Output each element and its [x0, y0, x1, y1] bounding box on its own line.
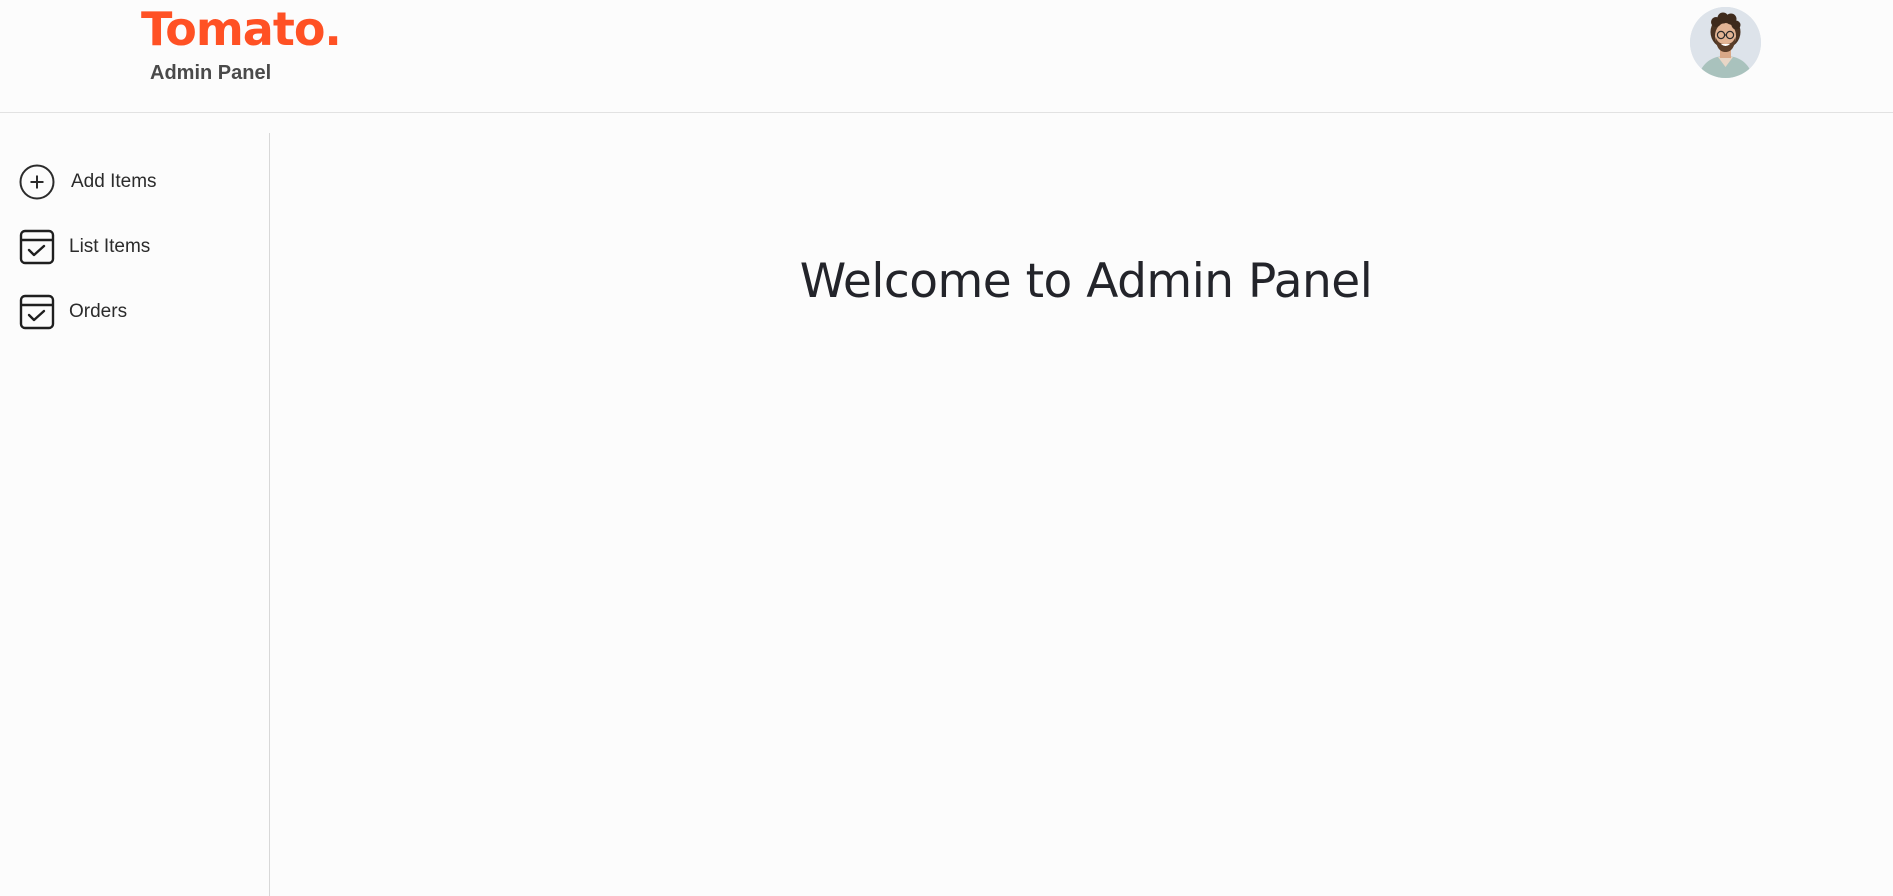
- add-circle-icon: [18, 163, 56, 201]
- logo-subtitle: Admin Panel: [150, 62, 272, 84]
- logo[interactable]: Tomato.: [141, 6, 342, 52]
- admin-page: Tomato. Admin Panel Add Items List Items…: [0, 0, 1893, 896]
- sidebar-item-orders[interactable]: Orders: [18, 292, 258, 332]
- avatar-image: [1690, 7, 1761, 78]
- page-title: Welcome to Admin Panel: [799, 254, 1373, 309]
- sidebar-item-label: Add Items: [71, 171, 157, 192]
- sidebar-item-add-items[interactable]: Add Items: [18, 162, 258, 202]
- sidebar-item-label: Orders: [69, 301, 128, 322]
- sidebar-item-label: List Items: [69, 236, 151, 257]
- profile-avatar[interactable]: [1690, 7, 1761, 78]
- main-content: Welcome to Admin Panel: [271, 114, 1893, 896]
- checklist-icon: [18, 228, 56, 266]
- sidebar-item-list-items[interactable]: List Items: [18, 227, 258, 267]
- checklist-icon: [18, 293, 56, 331]
- navbar: Tomato. Admin Panel: [0, 0, 1893, 113]
